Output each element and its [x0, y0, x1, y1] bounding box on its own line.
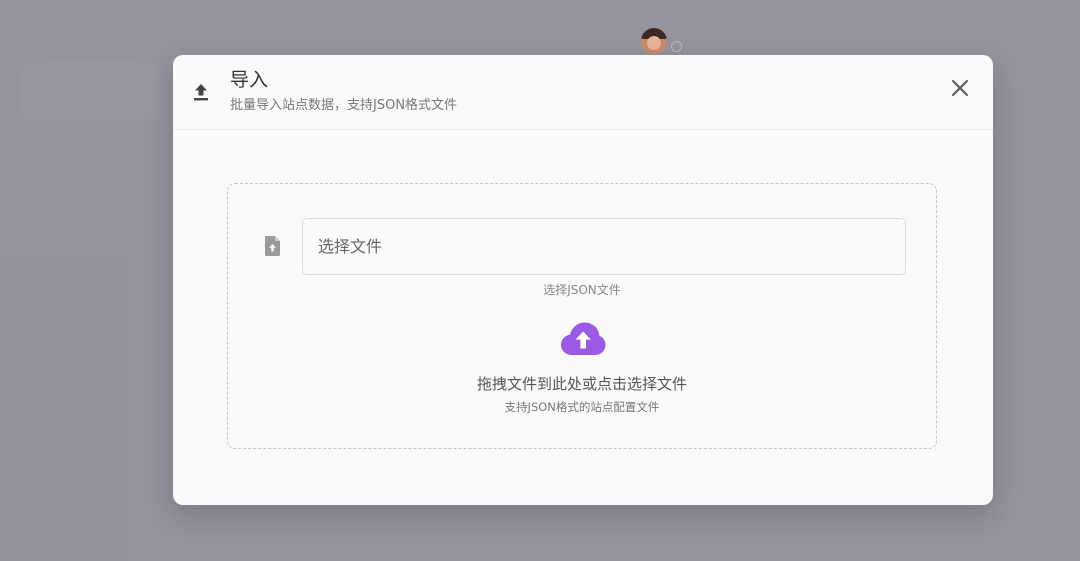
file-select-input[interactable]: 选择文件	[302, 218, 906, 275]
dialog-subtitle: 批量导入站点数据，支持JSON格式文件	[230, 98, 458, 113]
avatar	[641, 28, 667, 54]
file-upload-icon	[265, 236, 280, 256]
upload-icon	[194, 84, 208, 101]
file-select-hint: 选择JSON文件	[543, 283, 621, 297]
cloud-upload-icon[interactable]	[560, 321, 606, 357]
import-dialog: 导入 批量导入站点数据，支持JSON格式文件 选择文件 选择JSON文件 拖拽文…	[173, 55, 993, 505]
dropzone-format-note: 支持JSON格式的站点配置文件	[504, 400, 660, 414]
dialog-header: 导入 批量导入站点数据，支持JSON格式文件	[173, 55, 993, 130]
status-ring-icon	[671, 41, 682, 52]
file-dropzone[interactable]: 选择文件 选择JSON文件 拖拽文件到此处或点击选择文件 支持JSON格式的站点…	[227, 183, 937, 449]
dialog-title: 导入	[230, 69, 269, 91]
close-icon[interactable]	[949, 77, 971, 99]
dropzone-instruction: 拖拽文件到此处或点击选择文件	[476, 375, 687, 393]
